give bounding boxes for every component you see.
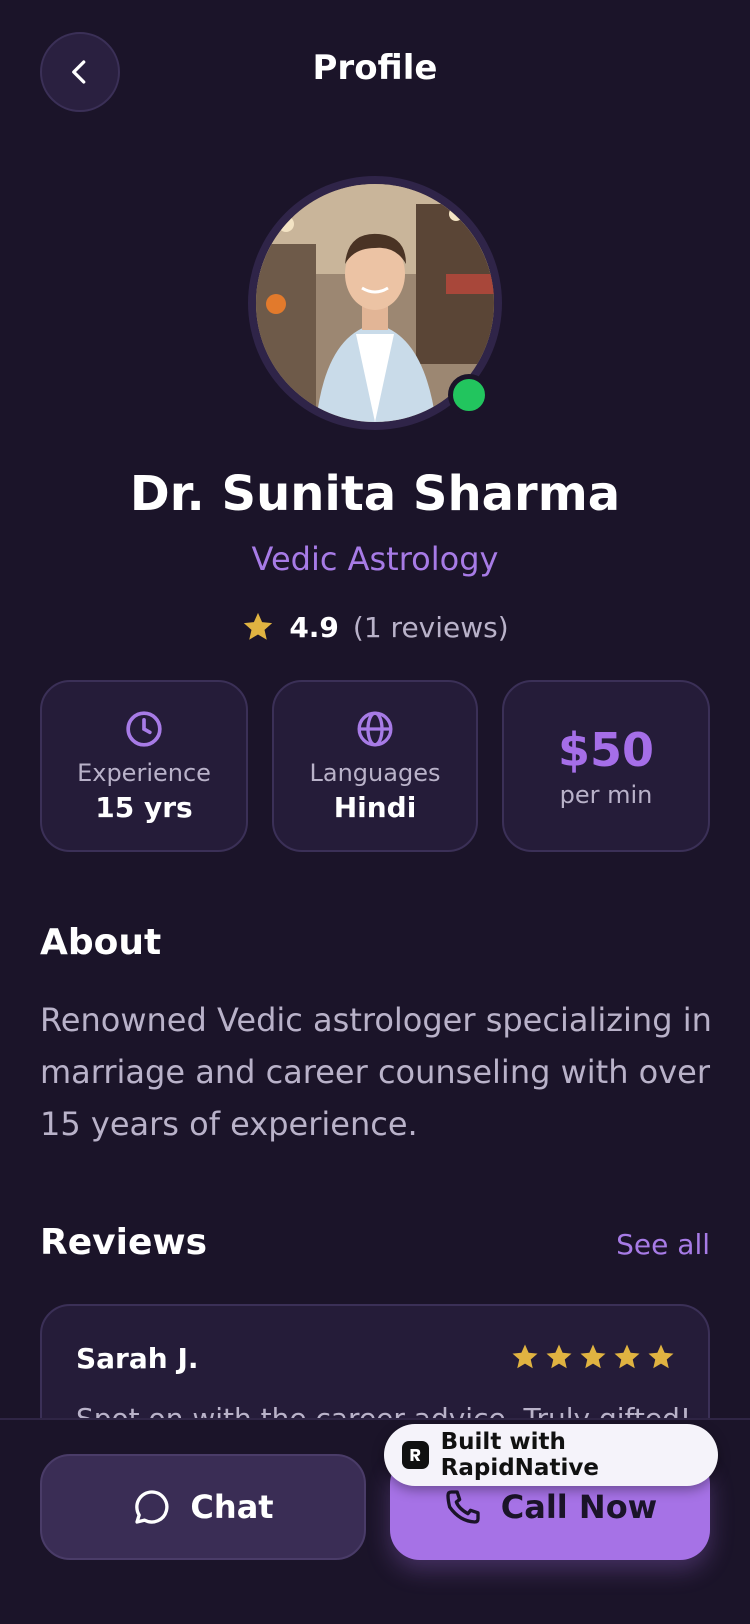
review-stars bbox=[510, 1342, 676, 1372]
online-status-indicator bbox=[448, 374, 490, 416]
star-icon bbox=[648, 1344, 674, 1369]
languages-value: Hindi bbox=[333, 790, 417, 824]
price-unit: per min bbox=[559, 781, 653, 809]
star-icon bbox=[512, 1344, 538, 1369]
languages-label: Languages bbox=[309, 758, 441, 787]
star-icon bbox=[546, 1344, 572, 1369]
clock-icon bbox=[126, 710, 162, 747]
profile-name: Dr. Sunita Sharma bbox=[129, 466, 621, 522]
chat-bubble-icon bbox=[135, 1490, 169, 1524]
reviewer-name: Sarah J. bbox=[76, 1342, 199, 1375]
experience-label: Experience bbox=[77, 758, 211, 787]
chat-button[interactable]: Chat bbox=[40, 1454, 366, 1560]
price-value: $50 bbox=[557, 723, 655, 777]
phone-icon bbox=[446, 1490, 480, 1524]
see-all-link[interactable]: See all bbox=[616, 1228, 710, 1261]
experience-value: 15 yrs bbox=[95, 790, 193, 824]
rating-value: 4.9 bbox=[289, 610, 339, 644]
profile-screen: Profile Dr. Sunita Sharma Vedic Astrolog… bbox=[0, 0, 750, 1624]
built-with-text: Built with RapidNative bbox=[440, 1429, 599, 1481]
globe-icon bbox=[357, 711, 393, 746]
profile-specialty: Vedic Astrology bbox=[251, 540, 499, 578]
built-with-badge[interactable]: Built with RapidNative bbox=[384, 1424, 718, 1486]
rapidnative-logo-icon bbox=[402, 1441, 429, 1469]
review-count: (1 reviews) bbox=[352, 610, 509, 644]
about-title: About bbox=[40, 922, 162, 963]
price-card: $50 per min bbox=[502, 680, 710, 852]
page-title: Profile bbox=[312, 48, 438, 88]
rating-row: 4.9 (1 reviews) bbox=[0, 610, 750, 644]
star-icon bbox=[580, 1344, 606, 1369]
experience-card: Experience 15 yrs bbox=[40, 680, 248, 852]
chat-button-label: Chat bbox=[190, 1488, 274, 1526]
about-text: Renowned Vedic astrologer specializing i… bbox=[40, 1001, 712, 1143]
call-button-label: Call Now bbox=[500, 1488, 658, 1526]
star-icon bbox=[244, 612, 273, 640]
reviews-title: Reviews bbox=[40, 1222, 208, 1263]
languages-card: Languages Hindi bbox=[272, 680, 478, 852]
star-icon bbox=[614, 1344, 640, 1369]
